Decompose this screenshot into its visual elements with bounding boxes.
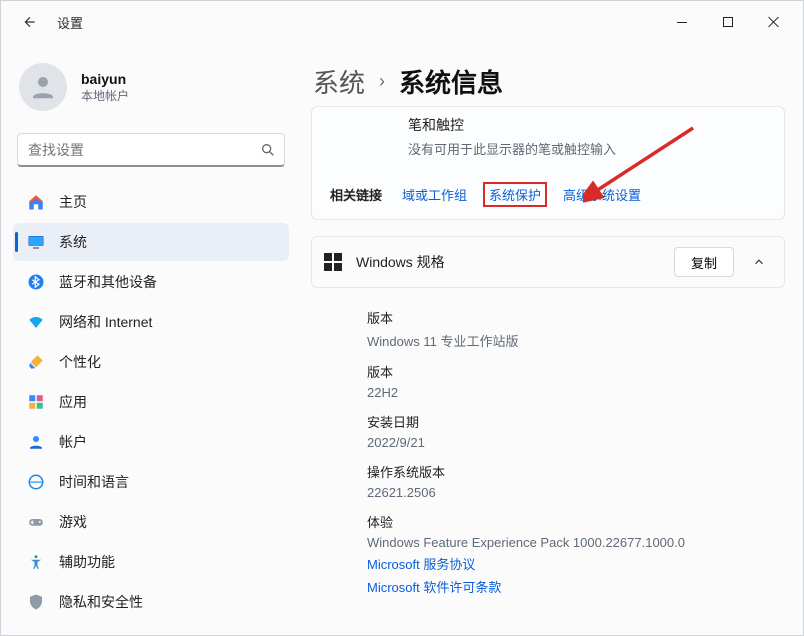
pen-touch-title: 笔和触控 <box>408 115 616 135</box>
spec-value: Windows 11 专业工作站版 <box>367 331 777 350</box>
breadcrumb-parent[interactable]: 系统 <box>313 63 365 100</box>
windows-logo-icon <box>324 253 342 271</box>
main: 系统 › 系统信息 笔和触控 没有可用于此显示器的笔或触控输入 相关链接 域或工… <box>301 43 803 636</box>
person-icon <box>28 72 58 102</box>
related-links: 相关链接 域或工作组 系统保护 高级系统设置 <box>330 182 766 207</box>
sidebar-item-label: 帐户 <box>59 432 87 452</box>
search-icon <box>260 142 276 158</box>
pen-touch-desc: 没有可用于此显示器的笔或触控输入 <box>408 139 616 158</box>
sidebar-item-apps[interactable]: 应用 <box>13 383 289 421</box>
copy-button[interactable]: 复制 <box>674 247 734 277</box>
sidebar-item-home[interactable]: 主页 <box>13 183 289 221</box>
user-name: baiyun <box>81 71 129 87</box>
close-button[interactable] <box>751 7 797 37</box>
titlebar-left: 设置 <box>9 9 83 35</box>
sidebar-item-personalization[interactable]: 个性化 <box>13 343 289 381</box>
sidebar: baiyun 本地帐户 主页 系统 蓝牙和其他设备 <box>1 43 301 636</box>
sidebar-item-time-language[interactable]: 时间和语言 <box>13 463 289 501</box>
spec-row: 安装日期 2022/9/21 <box>367 412 777 450</box>
chevron-up-icon <box>752 255 766 269</box>
nav: 主页 系统 蓝牙和其他设备 网络和 Internet 个性化 <box>11 181 291 623</box>
titlebar: 设置 <box>1 1 803 43</box>
spec-key: 版本 <box>367 362 777 381</box>
search-box[interactable] <box>17 133 285 167</box>
spec-key: 版本 <box>367 308 777 327</box>
chevron-right-icon: › <box>379 71 385 92</box>
sidebar-item-label: 系统 <box>59 232 87 252</box>
gamepad-icon <box>27 513 45 531</box>
windows-specs-header[interactable]: Windows 规格 复制 <box>311 236 785 288</box>
sidebar-item-gaming[interactable]: 游戏 <box>13 503 289 541</box>
window-controls <box>659 7 797 37</box>
sidebar-item-label: 隐私和安全性 <box>59 592 143 612</box>
sidebar-item-system[interactable]: 系统 <box>13 223 289 261</box>
link-domain-workgroup[interactable]: 域或工作组 <box>402 185 467 204</box>
brush-icon <box>27 353 45 371</box>
spec-value: 2022/9/21 <box>367 435 777 450</box>
user-sub: 本地帐户 <box>81 87 129 104</box>
spec-value: Windows Feature Experience Pack 1000.226… <box>367 535 777 550</box>
breadcrumb: 系统 › 系统信息 <box>313 63 785 100</box>
sidebar-item-label: 游戏 <box>59 512 87 532</box>
maximize-icon <box>723 17 733 27</box>
sidebar-item-label: 蓝牙和其他设备 <box>59 272 157 292</box>
minimize-icon <box>677 22 687 23</box>
person-icon <box>27 433 45 451</box>
apps-icon <box>27 393 45 411</box>
sidebar-item-bluetooth[interactable]: 蓝牙和其他设备 <box>13 263 289 301</box>
link-ms-service-agreement[interactable]: Microsoft 服务协议 <box>367 554 777 573</box>
sidebar-item-label: 网络和 Internet <box>59 312 152 332</box>
shield-icon <box>27 593 45 611</box>
sidebar-item-privacy[interactable]: 隐私和安全性 <box>13 583 289 621</box>
page-title: 系统信息 <box>399 63 503 100</box>
arrow-left-icon <box>23 15 37 29</box>
pen-touch-card: 笔和触控 没有可用于此显示器的笔或触控输入 相关链接 域或工作组 系统保护 高级… <box>311 106 785 220</box>
close-icon <box>768 16 780 28</box>
windows-specs-title: Windows 规格 <box>356 252 445 272</box>
home-icon <box>27 193 45 211</box>
sidebar-item-label: 辅助功能 <box>59 552 115 572</box>
back-button[interactable] <box>17 9 43 35</box>
sidebar-item-accounts[interactable]: 帐户 <box>13 423 289 461</box>
spec-key: 体验 <box>367 512 777 531</box>
user-text: baiyun 本地帐户 <box>81 71 129 104</box>
sidebar-item-label: 时间和语言 <box>59 472 129 492</box>
collapse-button[interactable] <box>746 249 772 275</box>
spec-row: 版本 22H2 <box>367 362 777 400</box>
sidebar-item-label: 主页 <box>59 192 87 212</box>
user-block[interactable]: baiyun 本地帐户 <box>11 53 291 125</box>
avatar <box>19 63 67 111</box>
body: baiyun 本地帐户 主页 系统 蓝牙和其他设备 <box>1 43 803 636</box>
wifi-icon <box>27 313 45 331</box>
maximize-button[interactable] <box>705 7 751 37</box>
copy-label: 复制 <box>691 253 717 272</box>
related-label: 相关链接 <box>330 185 382 204</box>
spec-key: 安装日期 <box>367 412 777 431</box>
search-input[interactable] <box>26 141 260 159</box>
link-ms-license-terms[interactable]: Microsoft 软件许可条款 <box>367 577 777 596</box>
sidebar-item-accessibility[interactable]: 辅助功能 <box>13 543 289 581</box>
accessibility-icon <box>27 553 45 571</box>
sidebar-item-label: 应用 <box>59 392 87 412</box>
link-system-protection[interactable]: 系统保护 <box>483 182 547 207</box>
minimize-button[interactable] <box>659 7 705 37</box>
sidebar-item-label: 个性化 <box>59 352 101 372</box>
spec-row: 操作系统版本 22621.2506 <box>367 462 777 500</box>
windows-specs-body: 版本 Windows 11 专业工作站版 版本 22H2 安装日期 2022/9… <box>311 288 785 604</box>
bluetooth-icon <box>27 273 45 291</box>
sidebar-item-network[interactable]: 网络和 Internet <box>13 303 289 341</box>
app-title: 设置 <box>57 13 83 32</box>
spec-key: 操作系统版本 <box>367 462 777 481</box>
spec-value: 22H2 <box>367 385 777 400</box>
spec-row: 版本 Windows 11 专业工作站版 <box>367 308 777 350</box>
globe-clock-icon <box>27 473 45 491</box>
spec-row: 体验 Windows Feature Experience Pack 1000.… <box>367 512 777 550</box>
system-icon <box>27 233 45 251</box>
spec-value: 22621.2506 <box>367 485 777 500</box>
link-advanced-system-settings[interactable]: 高级系统设置 <box>563 185 641 204</box>
settings-window: 设置 baiyun 本地帐户 <box>0 0 804 636</box>
